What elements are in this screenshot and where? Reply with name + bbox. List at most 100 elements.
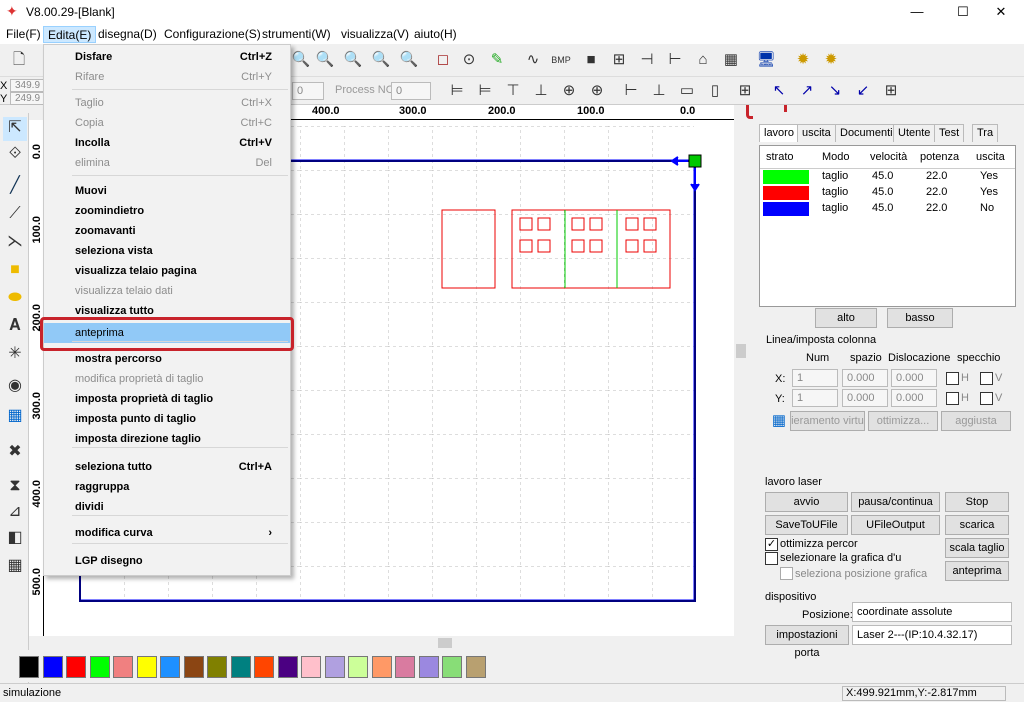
array-icon[interactable]: ▦ [3,405,27,429]
menu-item[interactable]: Disfare Ctrl+Z [44,47,290,67]
menu-item[interactable]: visualizza telaio pagina [44,261,290,281]
hscroll-thumb[interactable] [438,638,452,648]
minimize-button[interactable]: — [894,0,940,24]
node-edit-icon[interactable]: ⟐ [3,143,27,167]
ellipse-icon[interactable]: ⬬ [3,287,27,311]
origin-marker[interactable] [688,154,702,168]
palette-swatch[interactable] [19,656,39,678]
path-icon[interactable]: ✎ [486,49,508,71]
palette-swatch[interactable] [113,656,133,678]
vscroll-thumb[interactable] [736,344,746,358]
select-all-icon[interactable]: ✹ [820,49,842,71]
menu-item[interactable]: elimina Del [44,153,290,173]
offset-field[interactable]: 0 [292,82,324,100]
layer-down-button[interactable]: basso [887,308,953,328]
menu-item[interactable]: visualizza telaio dati [44,281,290,301]
line-icon[interactable]: ╱ [3,175,27,199]
tab-documenti[interactable]: Documenti [835,124,898,142]
menu-item[interactable]: mostra percorso [44,349,290,369]
array-grid-icon[interactable]: ▦ [768,410,790,432]
palette-swatch[interactable] [136,656,157,678]
horizontal-scrollbar[interactable] [44,636,734,650]
align-top-icon[interactable]: ⊤ [502,80,524,102]
ufile-output-button[interactable]: UFileOutput [851,515,940,535]
align-bottom-icon[interactable]: ⊥ [530,80,552,102]
menu-item[interactable]: LGP disegno [44,551,290,571]
tab-tra[interactable]: Tra [972,124,999,142]
layer-up-button[interactable]: alto [815,308,877,328]
array-y-disp[interactable]: 0.000 [891,389,937,407]
array-y-space[interactable]: 0.000 [842,389,888,407]
cut-mode-icon[interactable]: ◻ [432,49,454,71]
save-ufile-button[interactable]: SaveToUFile [765,515,848,535]
close-button[interactable]: ✕ [978,0,1024,24]
menu-item[interactable]: dividi [44,497,290,517]
zoom-in-icon[interactable]: 🔍 [290,49,312,71]
palette-swatch[interactable] [442,656,462,678]
menu-edit[interactable]: Edita(E) [43,26,97,43]
menu-item[interactable]: imposta punto di taglio [44,409,290,429]
layer-color-swatch[interactable] [763,186,809,200]
move-bl-icon[interactable]: ↙ [852,80,874,102]
align-left-icon[interactable]: ⊨ [446,80,468,102]
select-graphic-checkbox[interactable] [765,552,778,565]
palette-swatch[interactable] [183,656,204,678]
tab-test[interactable]: Test [934,124,965,142]
scale-cut-button[interactable]: scala taglio [945,538,1009,558]
pause-button[interactable]: pausa/continua [851,492,940,512]
menu-view[interactable]: visualizza(V) [337,26,413,43]
reset-icon[interactable]: ⊙ [458,49,480,71]
align-icon[interactable]: ⊣ [636,49,658,71]
palette-swatch[interactable] [348,656,368,678]
menu-item[interactable]: Incolla Ctrl+V [44,133,290,153]
menu-item[interactable]: imposta direzione taglio [44,429,290,449]
palette-swatch[interactable] [66,656,86,678]
optimize-button[interactable]: ottimizza... [868,411,938,431]
border-icon[interactable]: ◧ [3,527,27,551]
array-x-disp[interactable]: 0.000 [891,369,937,387]
tab-utente[interactable]: Utente [893,124,936,142]
curve-tool-icon[interactable]: ⋋ [3,231,27,255]
stamp-icon[interactable]: ⌂ [692,49,714,71]
palette-swatch[interactable] [324,656,345,678]
menu-config[interactable]: Configurazione(S) [160,26,265,43]
adjust-button[interactable]: aggiusta [941,411,1011,431]
point-icon[interactable]: ✳ [3,343,27,367]
menu-item[interactable]: imposta proprietà di taglio [44,389,290,409]
align-right-icon[interactable]: ⊨ [474,80,496,102]
palette-swatch[interactable] [395,656,415,678]
array-x-num[interactable]: 1 [792,369,838,387]
align-center-h-icon[interactable]: ⊕ [558,80,580,102]
select-position-checkbox[interactable] [780,567,793,580]
select-arrow-icon[interactable]: ⇱ [3,117,27,141]
bitmap-icon[interactable]: ■ [580,49,602,71]
menu-item[interactable]: raggruppa [44,477,290,497]
align-center-v-icon[interactable]: ⊕ [586,80,608,102]
palette-swatch[interactable] [418,656,439,678]
menu-item[interactable]: Muovi [44,181,290,201]
hdistribute-icon[interactable]: ▯ [704,80,726,102]
preview-button[interactable]: anteprima [945,561,1009,581]
select-icon[interactable]: ✹ [792,49,814,71]
start-button[interactable]: avvio [765,492,848,512]
mirror-xv-checkbox[interactable] [980,372,993,385]
palette-swatch[interactable] [254,656,274,678]
move-tl-icon[interactable]: ↖ [768,80,790,102]
menu-item[interactable]: seleziona vista [44,241,290,261]
same-size-icon[interactable]: ▭ [676,80,698,102]
menu-file[interactable]: File(F) [2,26,45,43]
port-settings-button[interactable]: impostazioni porta [765,625,849,659]
distribute-icon[interactable]: ⊢ [664,49,686,71]
palette-swatch[interactable] [89,656,110,678]
palette-swatch[interactable] [230,656,251,678]
move-tr-icon[interactable]: ↗ [796,80,818,102]
menu-item[interactable]: Rifare Ctrl+Y [44,67,290,87]
mirror-xh-checkbox[interactable] [946,372,959,385]
same-width-icon[interactable]: ⊢ [620,80,642,102]
array-y-num[interactable]: 1 [792,389,838,407]
tree-icon[interactable]: ⊞ [608,49,630,71]
process-field[interactable]: 0 [391,82,431,100]
mirror-yh-checkbox[interactable] [946,392,959,405]
zoom-select-icon[interactable]: 🔍 [342,49,364,71]
menu-help[interactable]: aiuto(H) [410,26,461,43]
